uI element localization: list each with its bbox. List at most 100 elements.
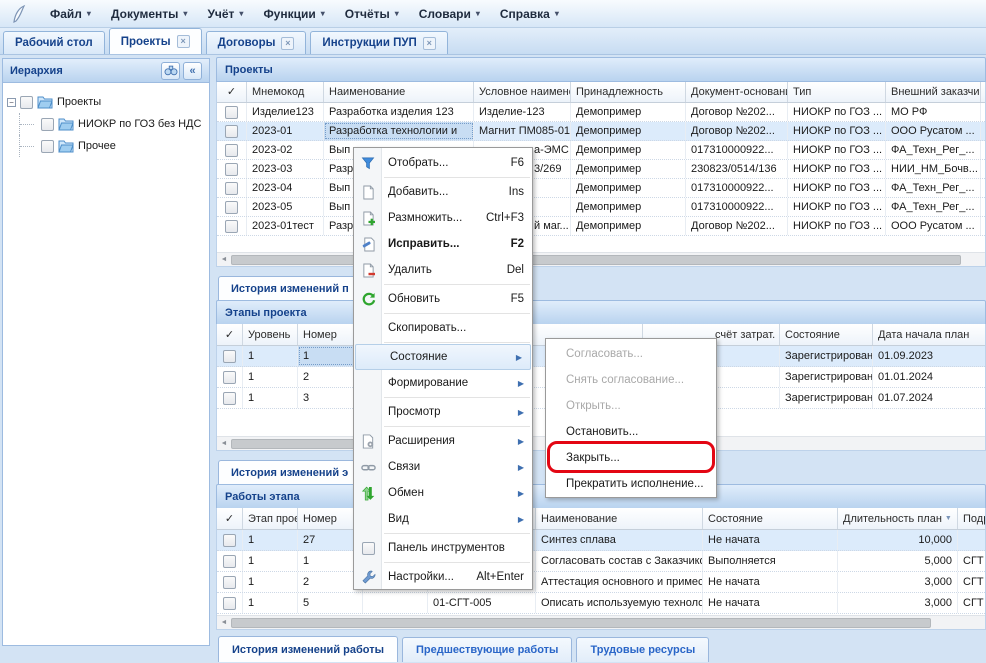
check-column-header[interactable]: ✓ <box>217 508 243 529</box>
scroll-left-arrow[interactable]: ◄ <box>217 440 231 447</box>
row-checkbox[interactable] <box>223 576 236 589</box>
scroll-left-arrow[interactable]: ◄ <box>217 256 231 263</box>
tree-node-projects[interactable]: − Проекты <box>7 91 205 113</box>
focused-cell: Разработка технологии и <box>324 122 474 140</box>
scroll-left-arrow[interactable]: ◄ <box>217 619 231 626</box>
menu-item-delete[interactable]: УдалитьDel <box>354 257 532 283</box>
horizontal-scrollbar[interactable]: ◄ <box>217 252 985 266</box>
table-row[interactable]: 2023-03 Разр 3/269 Демопример 230823/051… <box>217 160 985 179</box>
menu-item-duplicate[interactable]: Размножить...Ctrl+F3 <box>354 205 532 231</box>
menubar-item-file[interactable]: Файл▾ <box>50 7 91 21</box>
row-checkbox[interactable] <box>225 125 238 138</box>
tree-node-niokr[interactable]: НИОКР по ГОЗ без НДС <box>7 113 205 135</box>
menu-item-formation[interactable]: Формирование▶ <box>354 370 532 396</box>
tab-instructions[interactable]: Инструкции ПУП× <box>310 31 447 54</box>
table-row-selected[interactable]: 2023-01 Разработка технологии и Магнит П… <box>217 122 985 141</box>
chain-icon <box>360 459 376 475</box>
menu-item-add[interactable]: Добавить...Ins <box>354 179 532 205</box>
row-checkbox[interactable] <box>223 350 236 363</box>
column-header[interactable]: Наименование <box>536 508 703 529</box>
menubar-item-reports[interactable]: Отчёты▾ <box>345 7 399 21</box>
tree-node-other[interactable]: Прочее <box>7 135 205 157</box>
check-column-header[interactable]: ✓ <box>217 82 247 102</box>
tree-checkbox[interactable] <box>41 140 54 153</box>
tree-checkbox[interactable] <box>20 96 33 109</box>
tab-preceding-works[interactable]: Предшествующие работы <box>402 637 572 662</box>
column-header[interactable]: Документ-основание <box>686 82 788 102</box>
table-row[interactable]: 1 5 01-СГТ-005 Описать используемую техн… <box>217 593 985 614</box>
column-header[interactable]: Подр <box>958 508 986 529</box>
search-binoculars-button[interactable] <box>161 62 180 80</box>
column-header[interactable]: Принадлежность <box>571 82 686 102</box>
menubar-item-documents[interactable]: Документы▾ <box>111 7 188 21</box>
column-header[interactable]: Наименование <box>324 82 474 102</box>
column-header[interactable]: Состояние <box>780 324 873 345</box>
close-icon[interactable]: × <box>281 37 294 50</box>
menu-item-extensions[interactable]: Расширения▶ <box>354 428 532 454</box>
menu-item-settings[interactable]: Настройки...Alt+Enter <box>354 564 532 590</box>
tab-contracts[interactable]: Договоры× <box>206 31 307 54</box>
column-header[interactable]: Тип <box>788 82 886 102</box>
menubar-item-functions[interactable]: Функции▾ <box>263 7 324 21</box>
menu-item-edit[interactable]: Исправить...F2 <box>354 231 532 257</box>
scrollbar-thumb[interactable] <box>231 618 931 628</box>
menu-item-links[interactable]: Связи▶ <box>354 454 532 480</box>
row-checkbox[interactable] <box>225 201 238 214</box>
table-row-selected[interactable]: 1 27 Синтез сплава Не начата 10,000 <box>217 530 985 551</box>
menu-item-refresh[interactable]: ОбновитьF5 <box>354 286 532 312</box>
column-header[interactable]: Уровень <box>243 324 298 345</box>
column-header[interactable]: Состояние <box>703 508 838 529</box>
row-checkbox[interactable] <box>225 163 238 176</box>
menu-item-filter[interactable]: Отобрать...F6 <box>354 150 532 176</box>
menu-item-exchange[interactable]: Обмен▶ <box>354 480 532 506</box>
tab-project-history[interactable]: История изменений п <box>218 276 368 300</box>
horizontal-scrollbar[interactable]: ◄ <box>217 615 985 629</box>
tab-projects[interactable]: Проекты× <box>109 28 202 54</box>
column-header-sorted[interactable]: Длительность план▼ <box>838 508 958 529</box>
tab-labor-resources[interactable]: Трудовые ресурсы <box>576 637 709 662</box>
table-row[interactable]: 2023-01тест Разр й маг... Демопример Дог… <box>217 217 985 236</box>
check-column-header[interactable]: ✓ <box>217 324 243 345</box>
row-checkbox[interactable] <box>225 144 238 157</box>
column-header[interactable]: Мнемокод <box>247 82 324 102</box>
row-checkbox[interactable] <box>223 597 236 610</box>
row-checkbox[interactable] <box>223 371 236 384</box>
menu-item-view[interactable]: Просмотр▶ <box>354 399 532 425</box>
tab-stage-history[interactable]: История изменений э <box>218 460 368 484</box>
table-row[interactable]: 2023-05 Вып Демопример 017310000922... Н… <box>217 198 985 217</box>
table-row[interactable]: Изделие123 Разработка изделия 123 Издели… <box>217 103 985 122</box>
column-header[interactable]: Внешний заказчик <box>886 82 981 102</box>
table-row[interactable]: 1 2 Аттестация основного и примесног... … <box>217 572 985 593</box>
menu-item-display[interactable]: Вид▶ <box>354 506 532 532</box>
menu-item-state[interactable]: Состояние▶ <box>355 344 531 370</box>
submenu-item-terminate[interactable]: Прекратить исполнение... <box>546 471 716 497</box>
column-header[interactable]: Этап проекта <box>243 508 298 529</box>
tab-desktop[interactable]: Рабочий стол <box>3 31 105 54</box>
tree-checkbox[interactable] <box>41 118 54 131</box>
scrollbar-thumb[interactable] <box>231 255 961 265</box>
works-table-header: ✓ Этап проекта Номер Наименование Состоя… <box>217 508 985 530</box>
table-row[interactable]: 2023-04 Вып Демопример 017310000922... Н… <box>217 179 985 198</box>
column-header[interactable]: Условное наименование <box>474 82 571 102</box>
tab-work-history[interactable]: История изменений работы <box>218 636 398 662</box>
row-checkbox[interactable] <box>223 392 236 405</box>
table-row[interactable]: 1 1 Согласовать состав с Заказчиком Выпо… <box>217 551 985 572</box>
column-header[interactable]: Дата начала план <box>873 324 986 345</box>
close-icon[interactable]: × <box>423 37 436 50</box>
table-row[interactable]: 2023-02 Вып а-ЭМС Демопример 01731000092… <box>217 141 985 160</box>
menubar-item-dictionaries[interactable]: Словари▾ <box>419 7 480 21</box>
close-icon[interactable]: × <box>177 35 190 48</box>
menubar-item-help[interactable]: Справка▾ <box>500 7 559 21</box>
menu-separator <box>384 562 530 563</box>
row-checkbox[interactable] <box>223 534 236 547</box>
menubar-item-accounting[interactable]: Учёт▾ <box>207 7 243 21</box>
panel-title: Работы этапа <box>225 491 300 503</box>
row-checkbox[interactable] <box>225 106 238 119</box>
row-checkbox[interactable] <box>225 182 238 195</box>
collapse-panel-button[interactable]: « <box>183 62 202 80</box>
collapse-node-icon[interactable]: − <box>7 98 16 107</box>
row-checkbox[interactable] <box>223 555 236 568</box>
menu-item-copy[interactable]: Скопировать... <box>354 315 532 341</box>
row-checkbox[interactable] <box>225 220 238 233</box>
menu-item-toolbar[interactable]: Панель инструментов <box>354 535 532 561</box>
